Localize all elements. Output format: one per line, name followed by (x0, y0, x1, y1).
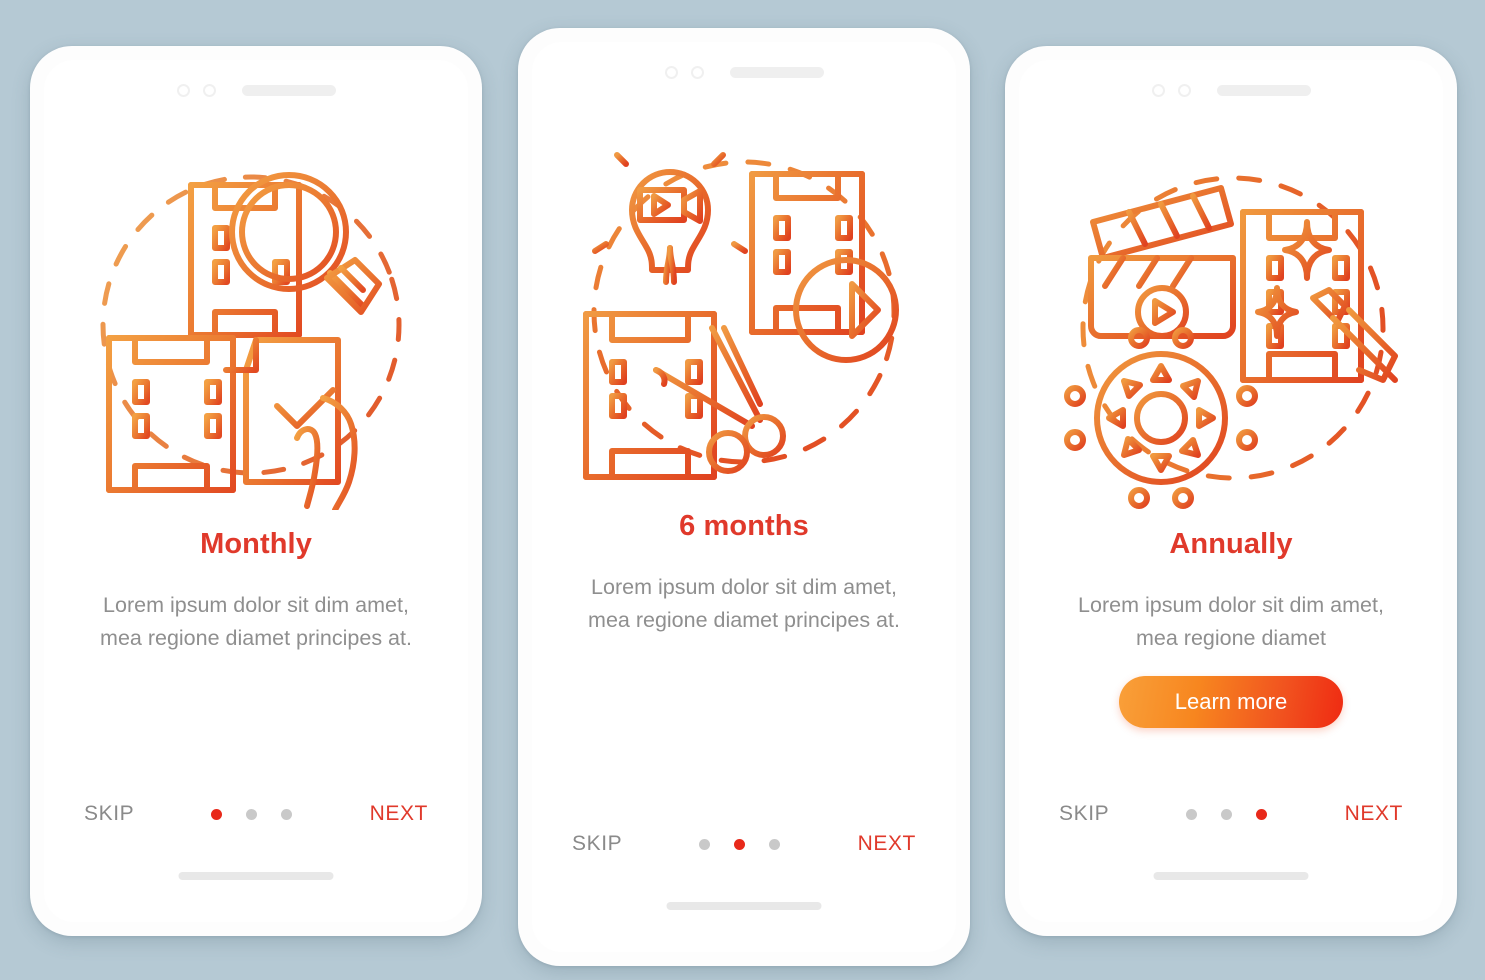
phone-mockup-monthly: Monthly Lorem ipsum dolor sit dim amet, … (30, 46, 482, 936)
step-dot-3[interactable] (1256, 808, 1268, 820)
page-description: Lorem ipsum dolor sit dim amet, mea regi… (1078, 593, 1384, 650)
page-title: 6 months (679, 510, 809, 542)
phone-mockup-annually: Annually Lorem ipsum dolor sit dim amet,… (1005, 46, 1457, 936)
step-dots (211, 808, 293, 820)
illustration-film-idea-cut-export (532, 114, 956, 509)
phone-top-sensors (44, 84, 468, 97)
screen-annually: Annually Lorem ipsum dolor sit dim amet,… (1019, 60, 1443, 922)
skip-button[interactable]: SKIP (84, 802, 134, 826)
camera-icon (1151, 84, 1165, 97)
phone-mockup-six-months: 6 months Lorem ipsum dolor sit dim amet,… (518, 28, 970, 966)
step-dot-1[interactable] (211, 808, 223, 820)
onboarding-nav-annually: SKIP NEXT (1059, 802, 1403, 826)
content-monthly: Monthly Lorem ipsum dolor sit dim amet, … (78, 528, 434, 654)
step-dot-1[interactable] (1186, 808, 1198, 820)
step-dots (699, 838, 781, 850)
page-description: Lorem ipsum dolor sit dim amet, mea regi… (588, 575, 900, 632)
page-title: Monthly (200, 528, 312, 560)
screen-six-months: 6 months Lorem ipsum dolor sit dim amet,… (532, 42, 956, 952)
home-indicator (666, 902, 822, 910)
camera-icon (664, 66, 678, 79)
speaker-bar (729, 67, 824, 78)
onboarding-nav-monthly: SKIP NEXT (84, 802, 428, 826)
next-button[interactable]: NEXT (1345, 802, 1403, 826)
step-dots (1186, 808, 1268, 820)
step-dot-2[interactable] (246, 808, 258, 820)
step-dot-3[interactable] (769, 838, 781, 850)
step-dot-2[interactable] (1221, 808, 1233, 820)
step-dot-3[interactable] (281, 808, 293, 820)
skip-button[interactable]: SKIP (1059, 802, 1109, 826)
cta-container: Learn more (1053, 676, 1409, 729)
page-title: Annually (1169, 528, 1293, 560)
sensor-icon (690, 66, 704, 79)
screen-monthly: Monthly Lorem ipsum dolor sit dim amet, … (44, 60, 468, 922)
onboarding-screens-stage: Monthly Lorem ipsum dolor sit dim amet, … (0, 0, 1485, 980)
step-dot-2[interactable] (734, 838, 746, 850)
step-dot-1[interactable] (699, 838, 711, 850)
speaker-bar (1216, 85, 1311, 96)
phone-top-sensors (532, 66, 956, 79)
home-indicator (1153, 872, 1309, 880)
content-annually: Annually Lorem ipsum dolor sit dim amet,… (1053, 528, 1409, 729)
phone-top-sensors (1019, 84, 1443, 97)
skip-button[interactable]: SKIP (572, 832, 622, 856)
home-indicator (178, 872, 334, 880)
page-description: Lorem ipsum dolor sit dim amet, mea regi… (100, 593, 412, 650)
illustration-clapperboard-gear-retouch (1019, 132, 1443, 527)
illustration-film-search-approval (44, 132, 468, 527)
sensor-icon (1177, 84, 1191, 97)
content-six-months: 6 months Lorem ipsum dolor sit dim amet,… (566, 510, 922, 636)
camera-icon (176, 84, 190, 97)
sensor-icon (202, 84, 216, 97)
next-button[interactable]: NEXT (370, 802, 428, 826)
next-button[interactable]: NEXT (858, 832, 916, 856)
onboarding-nav-six-months: SKIP NEXT (572, 832, 916, 856)
learn-more-button[interactable]: Learn more (1119, 676, 1343, 729)
speaker-bar (241, 85, 336, 96)
